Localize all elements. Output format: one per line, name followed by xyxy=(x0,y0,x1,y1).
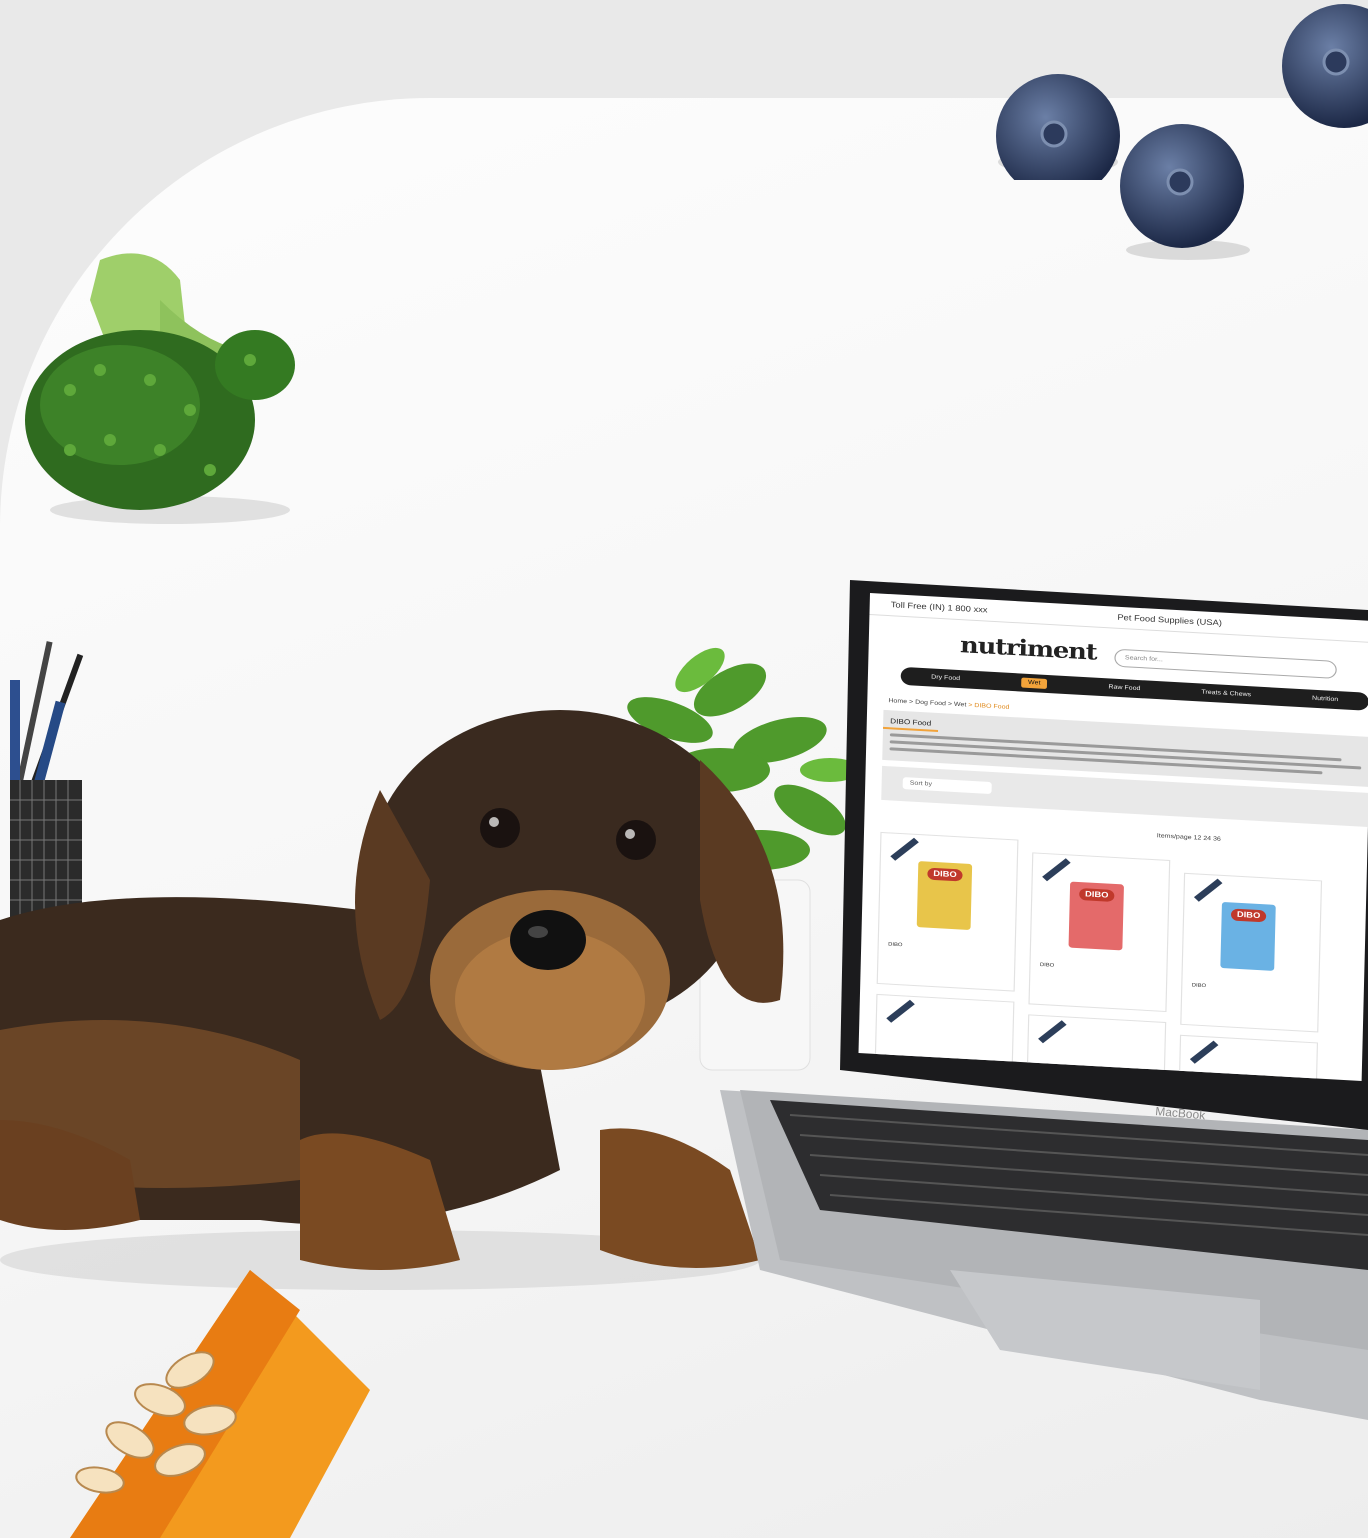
new-ribbon xyxy=(1189,1040,1219,1064)
nav-item[interactable]: Dry Food xyxy=(931,675,960,683)
product-pack: DIBO xyxy=(916,861,973,931)
pack-brand: DIBO xyxy=(927,867,963,882)
nav-item[interactable]: Nutrition xyxy=(1312,696,1338,703)
pumpkin-icon xyxy=(70,1270,370,1538)
search-input[interactable]: Search for... xyxy=(1114,648,1337,679)
blueberry-icon xyxy=(996,74,1120,180)
new-ribbon xyxy=(1193,878,1223,902)
product-pack: DIBO xyxy=(1220,901,1276,971)
site-logo[interactable]: nutriment xyxy=(960,632,1097,666)
product-name[interactable]: DIBO xyxy=(888,941,902,948)
items-per-page[interactable]: Items/page 12 24 36 xyxy=(1157,833,1221,843)
new-ribbon xyxy=(890,837,919,861)
topbar-center: Pet Food Supplies (USA) xyxy=(1117,612,1223,628)
breadcrumb-current: > DIBO Food xyxy=(968,702,1010,711)
product-card[interactable]: DIBO DIBO xyxy=(1180,872,1323,1033)
nav-item[interactable]: Raw Food xyxy=(1108,684,1140,692)
blueberry-icon xyxy=(1282,4,1368,128)
nav-item[interactable]: Treats & Chews xyxy=(1201,690,1251,699)
topbar-left: Toll Free (IN) 1 800 xxx xyxy=(890,600,988,615)
product-name[interactable]: DIBO xyxy=(1192,982,1206,989)
breadcrumb-path[interactable]: Home > Dog Food > Wet xyxy=(888,698,966,708)
product-card[interactable]: DIBO DIBO xyxy=(1028,852,1171,1013)
laptop-screen: Toll Free (IN) 1 800 xxx Pet Food Suppli… xyxy=(858,593,1368,1081)
broccoli-icon xyxy=(25,253,295,524)
breadcrumb: Home > Dog Food > Wet > DIBO Food xyxy=(888,698,1009,711)
pack-brand: DIBO xyxy=(1079,888,1115,902)
pack-brand: DIBO xyxy=(1230,908,1267,923)
blueberry-icon xyxy=(1120,124,1250,260)
section-title: DIBO Food xyxy=(883,713,939,732)
dachshund-icon xyxy=(0,710,784,1290)
product-name[interactable]: DIBO xyxy=(1040,962,1054,969)
new-ribbon xyxy=(1042,858,1071,882)
sort-select[interactable]: Sort by xyxy=(902,777,992,795)
product-card[interactable]: DIBO DIBO xyxy=(876,831,1019,992)
new-ribbon xyxy=(886,999,915,1023)
nav-item-active[interactable]: Wet xyxy=(1020,677,1048,689)
new-ribbon xyxy=(1038,1020,1067,1044)
product-pack: DIBO xyxy=(1068,881,1124,951)
